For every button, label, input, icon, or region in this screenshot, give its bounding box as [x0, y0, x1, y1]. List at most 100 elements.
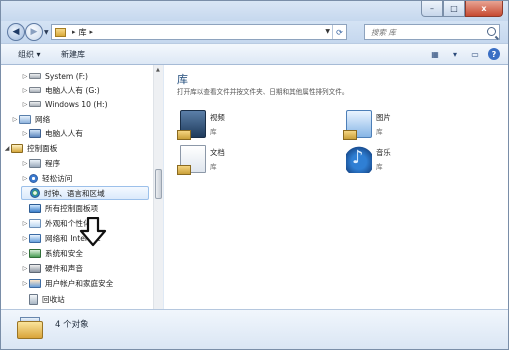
library-type: 库: [210, 163, 217, 171]
video-library-icon: [177, 110, 206, 140]
sidebar-item-system-security[interactable]: ▷ 系统和安全: [21, 246, 83, 260]
breadcrumb-library[interactable]: 库: [79, 27, 87, 38]
expand-arrow-icon[interactable]: ▷: [21, 175, 29, 182]
sidebar-item-label: 程序: [45, 158, 61, 168]
expand-arrow-icon[interactable]: ▷: [21, 220, 29, 227]
breadcrumb-separator[interactable]: ▸: [90, 28, 94, 36]
refresh-button[interactable]: ⟳: [332, 25, 346, 39]
sidebar-item-all-control-panel[interactable]: 所有控制面板项: [21, 201, 98, 215]
library-item-text: 音乐 库: [376, 145, 391, 171]
appearance-icon: [29, 218, 41, 228]
system-security-icon: [29, 248, 41, 258]
sidebar-item-clock-language-region[interactable]: 时钟、语言和区域: [21, 186, 149, 200]
address-bar[interactable]: ▸ 库 ▸ ▼ ⟳: [51, 24, 347, 40]
sidebar-item-label: 电脑人人有 (G:): [45, 85, 100, 95]
sidebar-item-programs[interactable]: ▷ 程序: [21, 156, 60, 170]
help-icon[interactable]: ?: [488, 48, 500, 60]
sidebar-item-computer[interactable]: ▷ 电脑人人有: [21, 126, 83, 140]
minimize-button[interactable]: –: [421, 1, 443, 17]
sidebar-item-label: 硬件和声音: [45, 263, 83, 273]
clock-language-region-icon: [30, 188, 40, 198]
explorer-window: – □ x ◀ ▶ ▼ ▸ 库 ▸ ▼ ⟳ 组织 ▾ 新建库 ▦ ▾ ▭ ?: [0, 0, 509, 350]
library-type: 库: [376, 128, 383, 136]
expand-arrow-icon[interactable]: ▷: [21, 235, 29, 242]
collapse-arrow-icon[interactable]: ◢: [3, 145, 11, 152]
expand-arrow-icon[interactable]: ▷: [21, 265, 29, 272]
refresh-icon: ⟳: [336, 27, 343, 37]
sidebar-item-control-panel[interactable]: ◢ 控制面板: [3, 141, 57, 155]
back-button[interactable]: ◀: [7, 23, 25, 41]
organize-button[interactable]: 组织 ▾: [18, 49, 41, 60]
close-button[interactable]: x: [465, 1, 503, 17]
toolbar-right-group: ▦ ▾ ▭ ?: [428, 47, 500, 61]
library-name: 图片: [376, 113, 391, 122]
view-options-dropdown[interactable]: ▾: [448, 47, 462, 61]
sidebar-item-label: 轻松访问: [42, 173, 73, 183]
recent-pages-dropdown[interactable]: ▼: [44, 29, 49, 36]
preview-pane-icon[interactable]: ▭: [468, 47, 482, 61]
maximize-button[interactable]: □: [443, 1, 465, 17]
expand-arrow-icon[interactable]: ▷: [21, 87, 29, 94]
sidebar-item-user-accounts[interactable]: ▷ 用户帐户和家庭安全: [21, 276, 113, 290]
library-item-text: 图片 库: [376, 110, 391, 136]
new-library-button[interactable]: 新建库: [61, 49, 85, 60]
network-icon: [19, 114, 31, 124]
sidebar-item-label: 系统和安全: [45, 248, 83, 258]
change-view-icon[interactable]: ▦: [428, 47, 442, 61]
expand-arrow-icon[interactable]: ▷: [21, 160, 29, 167]
scrollbar-thumb[interactable]: [155, 169, 162, 199]
search-input[interactable]: [365, 25, 475, 39]
sidebar-item-label: 用户帐户和家庭安全: [45, 278, 114, 288]
page-subtitle: 打开库以查看文件并按文件夹、日期和其他属性排列文件。: [177, 88, 349, 96]
library-name: 文档: [210, 148, 225, 157]
title-bar[interactable]: – □ x: [1, 1, 508, 21]
control-panel-icon: [11, 143, 23, 153]
expand-arrow-icon[interactable]: ▷: [21, 73, 29, 80]
network-internet-icon: [29, 233, 41, 243]
sidebar-item-label: 网络: [35, 114, 51, 124]
documents-library-icon: [177, 145, 206, 175]
sidebar-item-drive-h[interactable]: ▷ Windows 10 (H:): [21, 97, 108, 111]
programs-icon: [29, 158, 41, 168]
expand-arrow-icon[interactable]: ▷: [21, 280, 29, 287]
search-icon[interactable]: [487, 27, 496, 36]
forward-button[interactable]: ▶: [25, 23, 43, 41]
navigation-pane: ▷ System (F:) ▷ 电脑人人有 (G:) ▷ Windows 10 …: [1, 65, 163, 309]
library-item-documents[interactable]: 文档 库: [177, 145, 225, 175]
sidebar-item-label: System (F:): [45, 71, 88, 81]
library-item-video[interactable]: 视频 库: [177, 110, 225, 140]
sidebar-item-label: 时钟、语言和区域: [44, 188, 105, 198]
recycle-bin-icon: [29, 293, 38, 305]
computer-icon: [29, 128, 41, 138]
user-accounts-icon: [29, 278, 41, 288]
library-item-pictures[interactable]: 图片 库: [343, 110, 391, 140]
down-arrow-icon: [79, 217, 107, 247]
expand-arrow-icon[interactable]: ▷: [21, 101, 29, 108]
breadcrumb-separator: ▸: [72, 28, 76, 36]
sidebar-item-network[interactable]: ▷ 网络: [11, 112, 50, 126]
sidebar-item-drive-f[interactable]: ▷ System (F:): [21, 69, 88, 83]
sidebar-item-label: 控制面板: [27, 143, 58, 153]
expand-arrow-icon[interactable]: ▷: [11, 116, 19, 123]
pictures-library-icon: [343, 110, 372, 140]
all-control-panel-icon: [29, 203, 41, 213]
ease-of-access-icon: [29, 173, 38, 183]
navigation-scrollbar[interactable]: ▲: [153, 65, 163, 309]
address-dropdown[interactable]: ▼: [325, 28, 330, 35]
page-title: 库: [177, 73, 188, 86]
scroll-up-icon[interactable]: ▲: [156, 67, 160, 73]
library-type: 库: [210, 128, 217, 136]
sidebar-item-hardware-sound[interactable]: ▷ 硬件和声音: [21, 261, 83, 275]
sidebar-item-label: 所有控制面板项: [45, 203, 99, 213]
library-item-music[interactable]: 音乐 库: [346, 145, 391, 173]
expand-arrow-icon[interactable]: ▷: [21, 130, 29, 137]
forward-arrow-icon: ▶: [30, 27, 38, 37]
library-content-pane: 库 打开库以查看文件并按文件夹、日期和其他属性排列文件。 视频 库 图片 库 文…: [164, 65, 508, 309]
sidebar-item-ease-of-access[interactable]: ▷ 轻松访问: [21, 171, 72, 185]
sidebar-item-drive-g[interactable]: ▷ 电脑人人有 (G:): [21, 83, 100, 97]
sidebar-item-recycle-bin[interactable]: 回收站: [21, 292, 65, 306]
search-box: [364, 24, 500, 40]
drive-icon: [29, 87, 41, 93]
sidebar-item-label: 回收站: [42, 294, 65, 304]
expand-arrow-icon[interactable]: ▷: [21, 250, 29, 257]
